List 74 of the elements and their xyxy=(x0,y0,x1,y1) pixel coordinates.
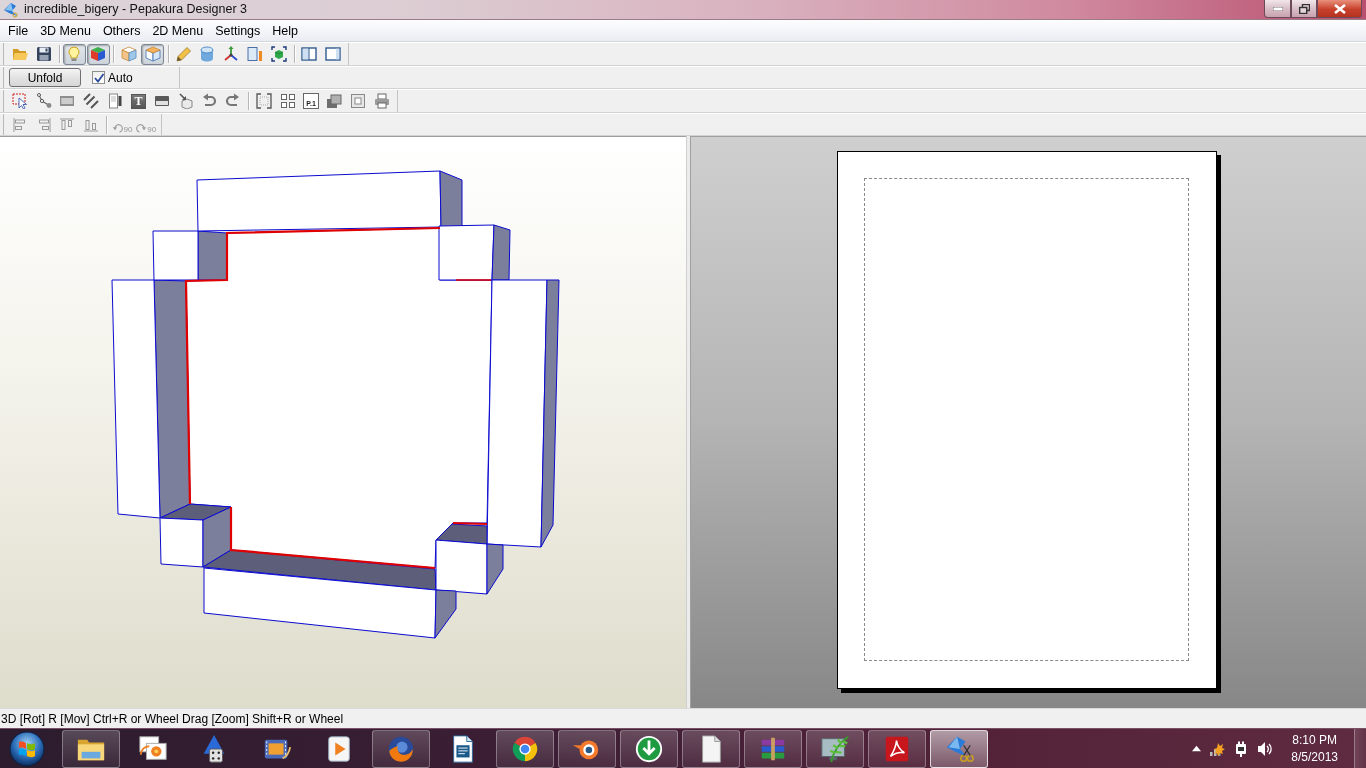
auto-checkbox[interactable] xyxy=(92,71,105,84)
taskbar-button[interactable] xyxy=(620,729,678,768)
show-desktop-button[interactable] xyxy=(1354,729,1366,768)
split-window-icon xyxy=(301,46,318,62)
taskbar-button[interactable] xyxy=(682,729,740,768)
start-button[interactable] xyxy=(7,729,47,768)
frame-icon xyxy=(350,93,367,109)
window-icon xyxy=(325,46,342,62)
undo-icon xyxy=(201,93,218,109)
align-left-icon xyxy=(11,116,28,133)
minimize-button[interactable] xyxy=(1264,0,1291,18)
menu-item[interactable]: Settings xyxy=(209,20,267,41)
rotate-right-icon xyxy=(135,122,148,134)
text-tool-button[interactable]: T xyxy=(130,93,146,109)
close-button[interactable] xyxy=(1317,0,1362,18)
menu-item[interactable]: Help xyxy=(266,20,305,41)
panel-icon xyxy=(153,93,170,109)
start-orb-icon xyxy=(9,730,45,767)
clock-time[interactable]: 8:10 PM xyxy=(1292,731,1337,749)
light-bulb-icon xyxy=(66,46,83,62)
box-icon xyxy=(144,46,161,62)
cube-arrow-icon xyxy=(177,93,194,109)
printer-icon xyxy=(374,93,391,109)
clock-date[interactable]: 8/5/2013 xyxy=(1291,748,1338,766)
save-icon xyxy=(35,46,52,62)
status-text: 3D [Rot] R [Mov] Ctrl+R or Wheel Drag [Zoom] Shift+R or Wheel xyxy=(1,711,344,726)
taskbar-button[interactable] xyxy=(868,729,926,768)
download-circle-icon xyxy=(634,733,664,764)
taskbar-button[interactable] xyxy=(806,729,864,768)
grid-icon xyxy=(279,93,296,109)
close-icon xyxy=(1333,3,1346,14)
taskbar-button[interactable] xyxy=(930,729,988,768)
restore-icon xyxy=(1298,3,1310,14)
axes-icon xyxy=(223,46,240,62)
cylinder-icon xyxy=(199,46,216,62)
align-top-icon xyxy=(59,116,76,133)
taskbar-button[interactable] xyxy=(496,729,554,768)
color-cube-icon xyxy=(90,46,107,62)
node-edge-icon xyxy=(35,93,52,109)
ruler-icon xyxy=(246,46,263,62)
show-hidden-icons-button[interactable] xyxy=(1192,744,1202,753)
taskbar-button[interactable] xyxy=(62,729,120,768)
volume-tray-button[interactable] xyxy=(1257,740,1274,757)
strip-icon xyxy=(59,93,76,109)
box-button[interactable] xyxy=(141,43,165,65)
2d-view[interactable] xyxy=(691,136,1366,708)
fern-monitor-icon xyxy=(820,733,850,764)
checkbox-label: Auto xyxy=(108,70,133,85)
minimize-icon xyxy=(1272,6,1283,11)
select-arrow-icon xyxy=(11,93,28,109)
bulb-button[interactable] xyxy=(62,43,86,65)
diagonal-lines-icon xyxy=(83,93,100,109)
corner-brackets-icon xyxy=(255,93,272,109)
check-icon xyxy=(93,72,104,83)
app-icon xyxy=(3,2,19,18)
restore-button[interactable] xyxy=(1291,0,1317,18)
caret-up-icon xyxy=(1192,744,1202,753)
volume-icon xyxy=(1257,740,1274,757)
taskbar-button[interactable] xyxy=(558,729,616,768)
page-bar-icon xyxy=(107,93,123,109)
layers-icon xyxy=(326,93,343,109)
menu-item[interactable]: Others xyxy=(96,20,147,41)
menu-item[interactable]: 3D Menu xyxy=(34,20,97,41)
3d-view[interactable] xyxy=(0,136,686,708)
cube-icon xyxy=(121,46,137,62)
cube-select-icon xyxy=(270,46,287,62)
menu-item[interactable]: File xyxy=(2,20,35,41)
pencil-icon xyxy=(175,46,192,62)
color-cube-button[interactable] xyxy=(86,43,110,65)
rotate-left-icon xyxy=(111,122,124,134)
unfold-button[interactable]: Unfold xyxy=(9,68,81,87)
window-title: incredible_bigery - Pepakura Designer 3 xyxy=(24,1,248,18)
folder-icon xyxy=(11,46,28,62)
menu-item[interactable]: 2D Menu xyxy=(146,20,210,41)
